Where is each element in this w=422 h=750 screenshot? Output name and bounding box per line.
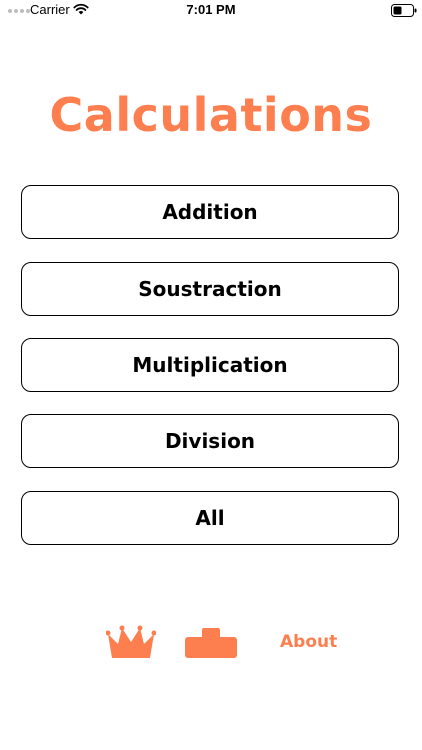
- page-title: Calculations: [49, 88, 373, 142]
- multiplication-button[interactable]: Multiplication: [21, 338, 399, 392]
- division-button[interactable]: Division: [21, 414, 399, 468]
- all-button[interactable]: All: [21, 491, 399, 545]
- about-link[interactable]: About: [280, 632, 337, 652]
- status-bar: Carrier 7:01 PM: [0, 0, 422, 22]
- podium-icon[interactable]: [185, 626, 237, 662]
- addition-button[interactable]: Addition: [21, 185, 399, 239]
- soustraction-button[interactable]: Soustraction: [21, 262, 399, 316]
- battery-icon: [391, 4, 417, 20]
- status-time: 7:01 PM: [186, 2, 236, 17]
- crown-icon[interactable]: [105, 624, 157, 664]
